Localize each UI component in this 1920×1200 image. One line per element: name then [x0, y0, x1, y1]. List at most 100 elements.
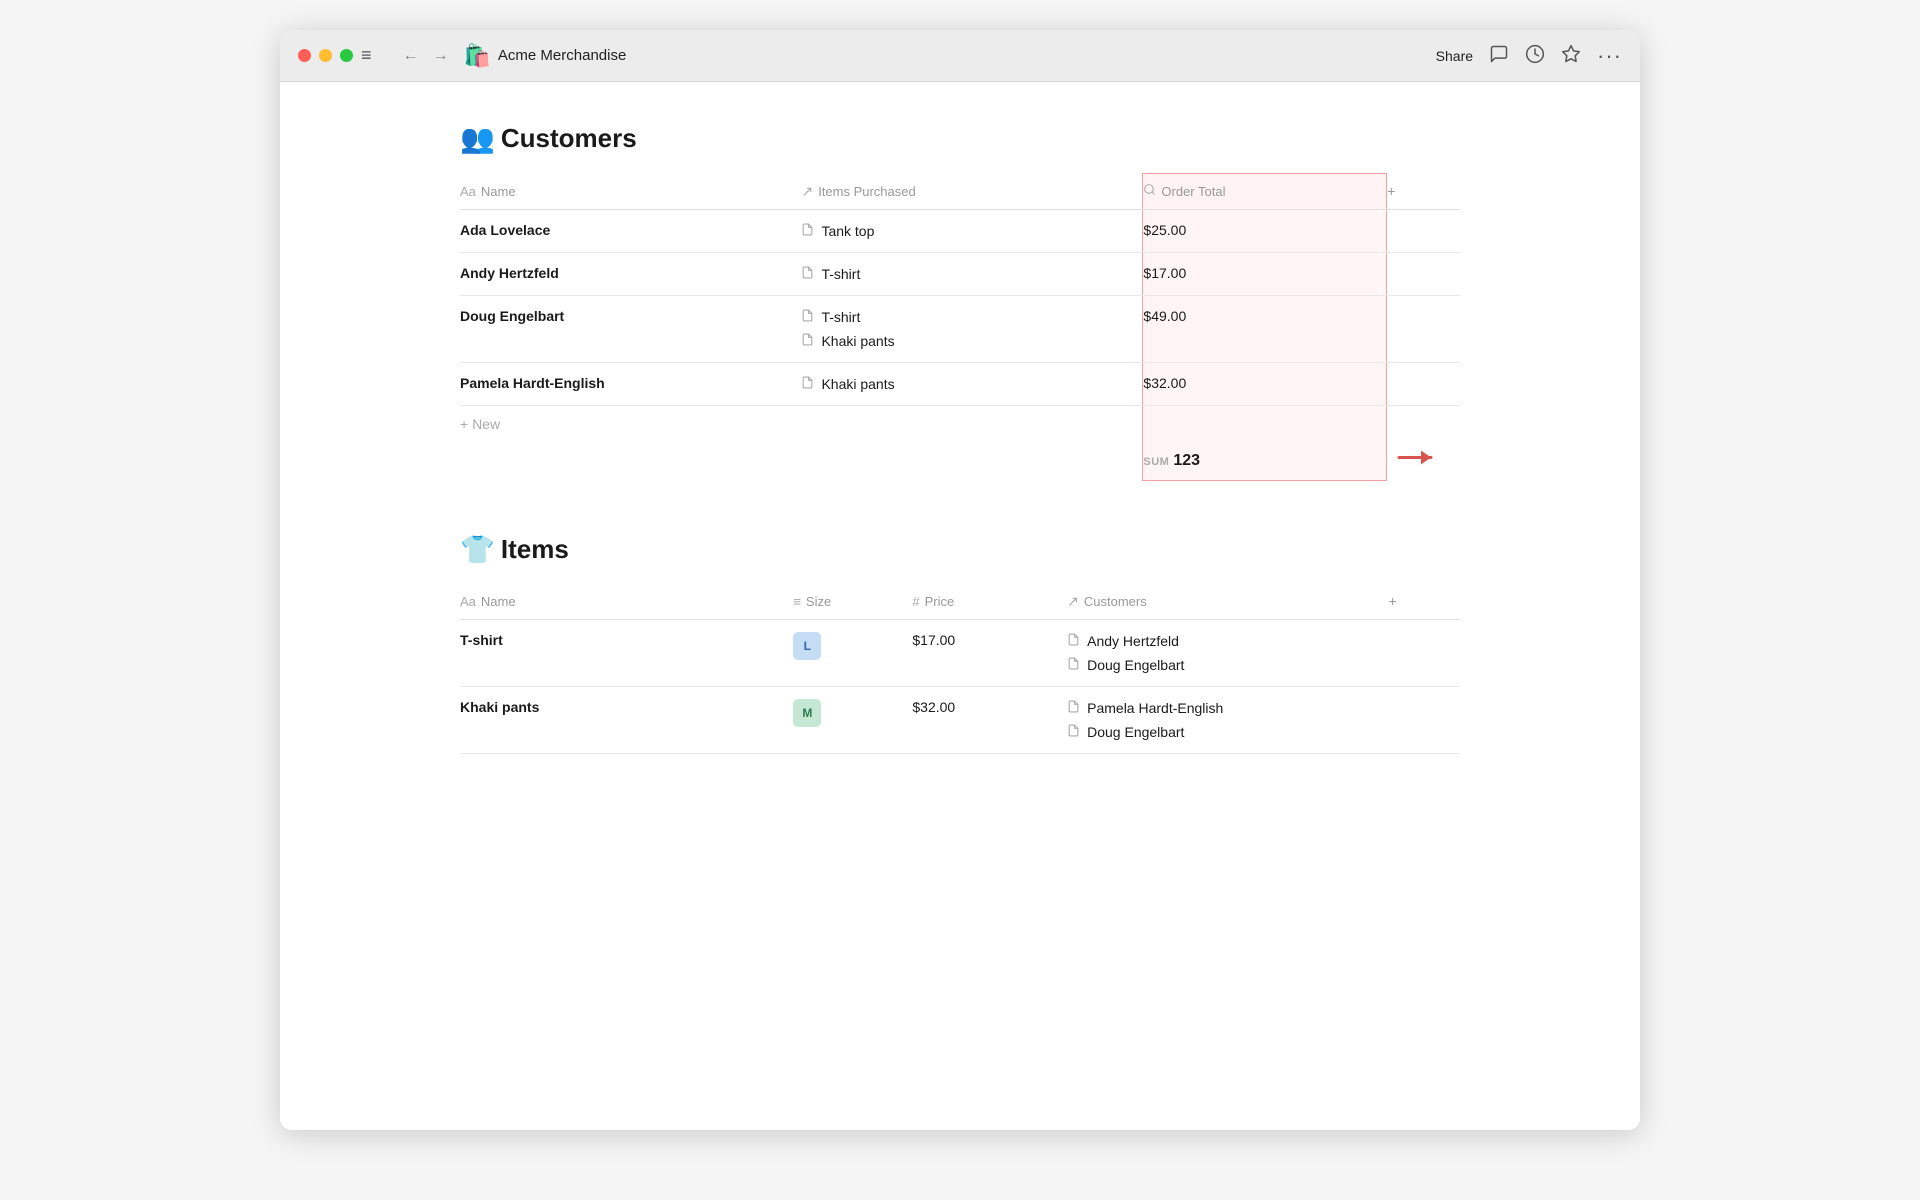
customer-row-1: Andy Hertzfeld T-shirt $17.00	[460, 252, 1460, 295]
item-row: T-shirt	[801, 265, 1130, 283]
app-title-area: 🛍️ Acme Merchandise	[464, 43, 627, 69]
maximize-button[interactable]	[340, 49, 353, 62]
col-header-add[interactable]: +	[1387, 174, 1460, 210]
items-title: Items	[501, 534, 569, 565]
items-name-icon: Aa	[460, 594, 476, 609]
new-order-cell	[1143, 405, 1387, 442]
items-col-header-add[interactable]: +	[1389, 584, 1460, 620]
main-content: 👥 Customers Aa Name ↗ Items Purchased	[280, 82, 1640, 794]
customer-ref-label: Andy Hertzfeld	[1087, 633, 1179, 649]
item-price-0: $17.00	[912, 619, 1067, 686]
item-row: Tank top	[801, 222, 1130, 240]
titlebar: ≡ ← → 🛍️ Acme Merchandise Share ···	[280, 30, 1640, 82]
sum-empty-2	[801, 442, 1142, 481]
items-size-label: Size	[806, 594, 831, 609]
customer-items-3: Khaki pants	[801, 362, 1142, 405]
items-col-header-customers: ↗ Customers	[1067, 584, 1388, 620]
app-window: ≡ ← → 🛍️ Acme Merchandise Share ··· �	[280, 30, 1640, 1130]
item-row-0: T-shirt L $17.00 Andy Hert	[460, 619, 1460, 686]
item-doc-icon	[801, 332, 814, 350]
sum-empty-1	[460, 442, 801, 481]
customer-name-1: Andy Hertzfeld	[460, 252, 801, 295]
order-col-label: Order Total	[1161, 184, 1225, 199]
hamburger-button[interactable]: ≡	[353, 43, 380, 68]
item-row: T-shirt	[801, 308, 1130, 326]
titlebar-actions: Share ···	[1436, 30, 1622, 82]
more-button[interactable]: ···	[1597, 43, 1622, 69]
add-col-icon: +	[1387, 183, 1395, 199]
items-col-label: Items Purchased	[818, 184, 916, 199]
item-price-1: $32.00	[912, 686, 1067, 753]
customer-row-2: Doug Engelbart T-shirt	[460, 295, 1460, 362]
item-add-0	[1389, 619, 1460, 686]
item-doc-icon	[801, 308, 814, 326]
items-size-icon: ≡	[793, 594, 801, 609]
customer-row-3: Pamela Hardt-English Khaki pants $32.00	[460, 362, 1460, 405]
customer-add-0	[1387, 209, 1460, 252]
customers-heading: 👥 Customers	[460, 122, 1460, 155]
items-price-label: Price	[925, 594, 955, 609]
item-row: Khaki pants	[801, 332, 1130, 350]
customer-order-2: $49.00	[1143, 295, 1387, 362]
customer-items-1: T-shirt	[801, 252, 1142, 295]
history-button[interactable]	[1525, 44, 1545, 69]
items-heading: 👕 Items	[460, 533, 1460, 566]
item-label: T-shirt	[821, 309, 860, 325]
customer-ref-label: Doug Engelbart	[1087, 657, 1184, 673]
customer-items-0: Tank top	[801, 209, 1142, 252]
items-customers-label: Customers	[1084, 594, 1147, 609]
items-add-icon: +	[1389, 593, 1397, 609]
new-add-cell	[1387, 405, 1460, 442]
item-label: T-shirt	[821, 266, 860, 282]
item-size-0: L	[793, 619, 912, 686]
new-customer-button[interactable]: + New	[460, 416, 500, 432]
name-col-label: Name	[481, 184, 516, 199]
item-name-1: Khaki pants	[460, 686, 793, 753]
star-button[interactable]	[1561, 44, 1581, 69]
customer-name-3: Pamela Hardt-English	[460, 362, 801, 405]
app-title: Acme Merchandise	[498, 47, 626, 64]
customer-doc-icon	[1067, 699, 1080, 717]
new-customer-row: + New	[460, 405, 1460, 442]
customer-order-3: $32.00	[1143, 362, 1387, 405]
customer-add-1	[1387, 252, 1460, 295]
item-label: Tank top	[821, 223, 874, 239]
item-customers-0: Andy Hertzfeld Doug Engelbart	[1067, 619, 1388, 686]
items-col-header-name: Aa Name	[460, 584, 793, 620]
customer-name-0: Ada Lovelace	[460, 209, 801, 252]
item-name-0: T-shirt	[460, 619, 793, 686]
col-header-name: Aa Name	[460, 174, 801, 210]
item-size-1: M	[793, 686, 912, 753]
sum-label: SUM	[1143, 456, 1169, 468]
items-customers-icon: ↗	[1067, 593, 1079, 610]
sum-row: SUM 123	[460, 442, 1460, 481]
items-price-icon: #	[912, 594, 919, 609]
customer-add-3	[1387, 362, 1460, 405]
forward-button[interactable]: →	[428, 45, 454, 67]
name-col-icon: Aa	[460, 184, 476, 199]
items-icon: 👕	[460, 533, 495, 566]
item-doc-icon	[801, 265, 814, 283]
customer-ref-row: Pamela Hardt-English	[1067, 699, 1376, 717]
traffic-lights	[298, 49, 353, 62]
size-badge-L: L	[793, 632, 821, 660]
minimize-button[interactable]	[319, 49, 332, 62]
item-customers-1: Pamela Hardt-English Doug Engelbart	[1067, 686, 1388, 753]
customer-ref-label: Doug Engelbart	[1087, 724, 1184, 740]
share-button[interactable]: Share	[1436, 48, 1473, 64]
items-col-header-price: # Price	[912, 584, 1067, 620]
customer-row-0: Ada Lovelace Tank top $25.00	[460, 209, 1460, 252]
back-button[interactable]: ←	[398, 45, 424, 67]
customer-ref-row: Doug Engelbart	[1067, 656, 1376, 674]
customer-doc-icon	[1067, 723, 1080, 741]
customer-name-2: Doug Engelbart	[460, 295, 801, 362]
comment-button[interactable]	[1489, 44, 1509, 69]
item-add-1	[1389, 686, 1460, 753]
sum-value: 123	[1173, 452, 1200, 469]
item-doc-icon	[801, 222, 814, 240]
customer-doc-icon	[1067, 656, 1080, 674]
customer-ref-row: Doug Engelbart	[1067, 723, 1376, 741]
close-button[interactable]	[298, 49, 311, 62]
item-row: Khaki pants	[801, 375, 1130, 393]
nav-buttons: ← →	[398, 45, 454, 67]
